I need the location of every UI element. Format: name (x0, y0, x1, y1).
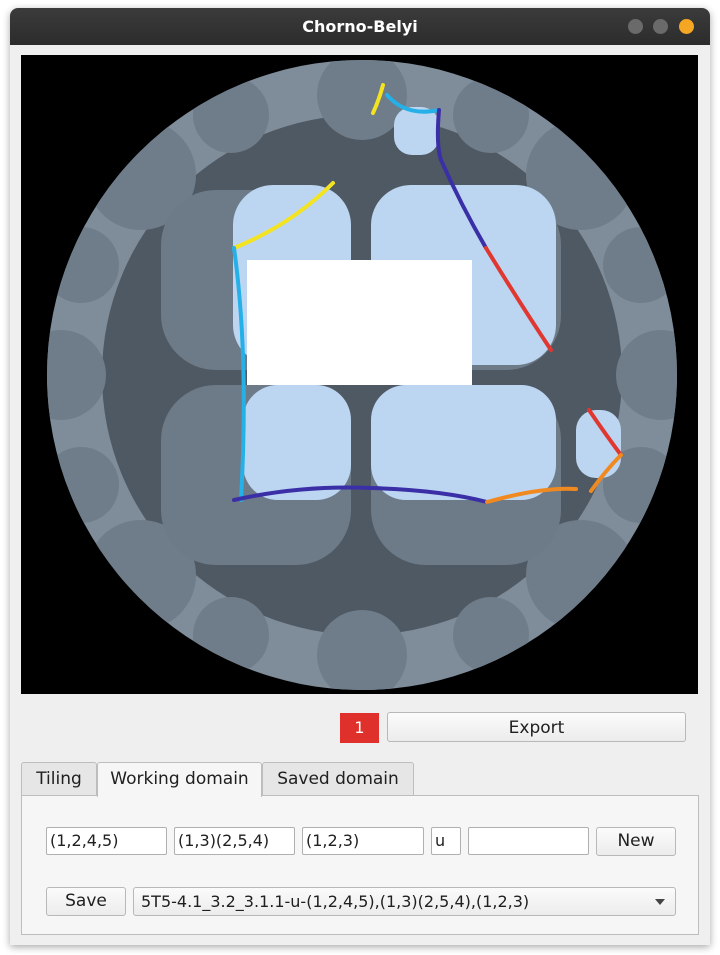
working-domain-panel: (1,2,4,5) (1,3)(2,5,4) (1,2,3) u New Sav… (21, 795, 699, 935)
sigma1-input[interactable]: (1,3)(2,5,4) (174, 827, 295, 855)
hyperbolic-disk-render (47, 60, 677, 690)
chevron-down-icon[interactable] (655, 899, 665, 905)
domain-name-input[interactable] (468, 827, 589, 855)
domain-counter-badge: 1 (340, 713, 379, 743)
sigma0-input[interactable]: (1,2,4,5) (46, 827, 167, 855)
minimize-icon[interactable] (628, 19, 643, 34)
window-title: Chorno-Belyi (302, 17, 418, 36)
tab-working-domain[interactable]: Working domain (97, 762, 262, 797)
tab-saved-domain[interactable]: Saved domain (262, 762, 414, 795)
new-button[interactable]: New (596, 827, 676, 856)
tiling-canvas[interactable] (21, 55, 698, 694)
symmetry-input[interactable]: u (431, 827, 461, 855)
close-icon[interactable] (679, 19, 694, 34)
sigma-inf-input[interactable]: (1,2,3) (302, 827, 424, 855)
save-button[interactable]: Save (46, 887, 126, 916)
export-button[interactable]: Export (387, 712, 686, 742)
maximize-icon[interactable] (653, 19, 668, 34)
main-window: Chorno-Belyi 1 Export Tiling Working dom… (10, 8, 710, 945)
domain-select-value: 5T5-4.1_3.2_3.1.1-u-(1,2,4,5),(1,3)(2,5,… (141, 892, 530, 911)
tab-tiling[interactable]: Tiling (21, 762, 97, 795)
domain-select[interactable]: 5T5-4.1_3.2_3.1.1-u-(1,2,4,5),(1,3)(2,5,… (133, 887, 676, 916)
title-bar[interactable]: Chorno-Belyi (10, 8, 710, 45)
